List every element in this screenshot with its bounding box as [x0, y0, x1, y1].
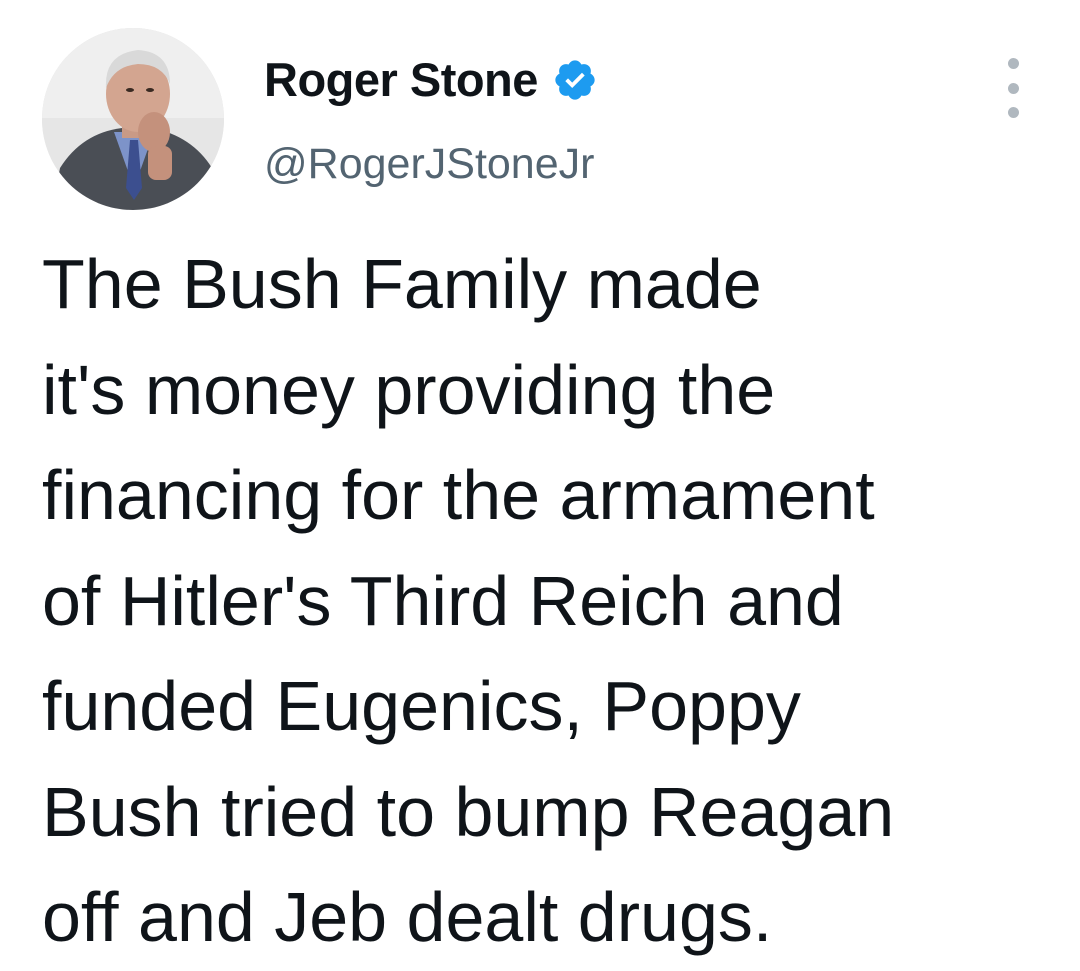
author-display-name[interactable]: Roger Stone: [264, 50, 538, 110]
tweet-text-line: financing for the armament: [42, 456, 875, 534]
tweet-text-line: it's money providing the: [42, 350, 776, 429]
more-dot: [1007, 82, 1019, 94]
tweet-text: The Bush Family made it's money providin…: [42, 232, 1062, 971]
tweet-text-line: Bush tried to bump Reagan: [42, 772, 895, 851]
tweet-card: Roger Stone @RogerJStoneJr The Bush Fami…: [0, 0, 1080, 956]
tweet-text-line: of Hitler's Third Reich and: [42, 561, 844, 640]
author-avatar[interactable]: [42, 28, 224, 210]
author-name-row: Roger Stone: [264, 50, 598, 110]
tweet-text-line: funded Eugenics, Poppy: [42, 667, 801, 745]
tweet-text-line: The Bush Family made: [42, 245, 762, 323]
more-dot: [1007, 58, 1019, 69]
tweet-text-line: off and Jeb dealt drugs.: [42, 878, 773, 956]
verified-badge-icon: [552, 57, 598, 103]
more-options-icon[interactable]: [998, 58, 1028, 118]
more-dot: [1007, 107, 1019, 118]
author-handle[interactable]: @RogerJStoneJr: [264, 136, 594, 192]
profile-photo-icon: [42, 28, 224, 210]
